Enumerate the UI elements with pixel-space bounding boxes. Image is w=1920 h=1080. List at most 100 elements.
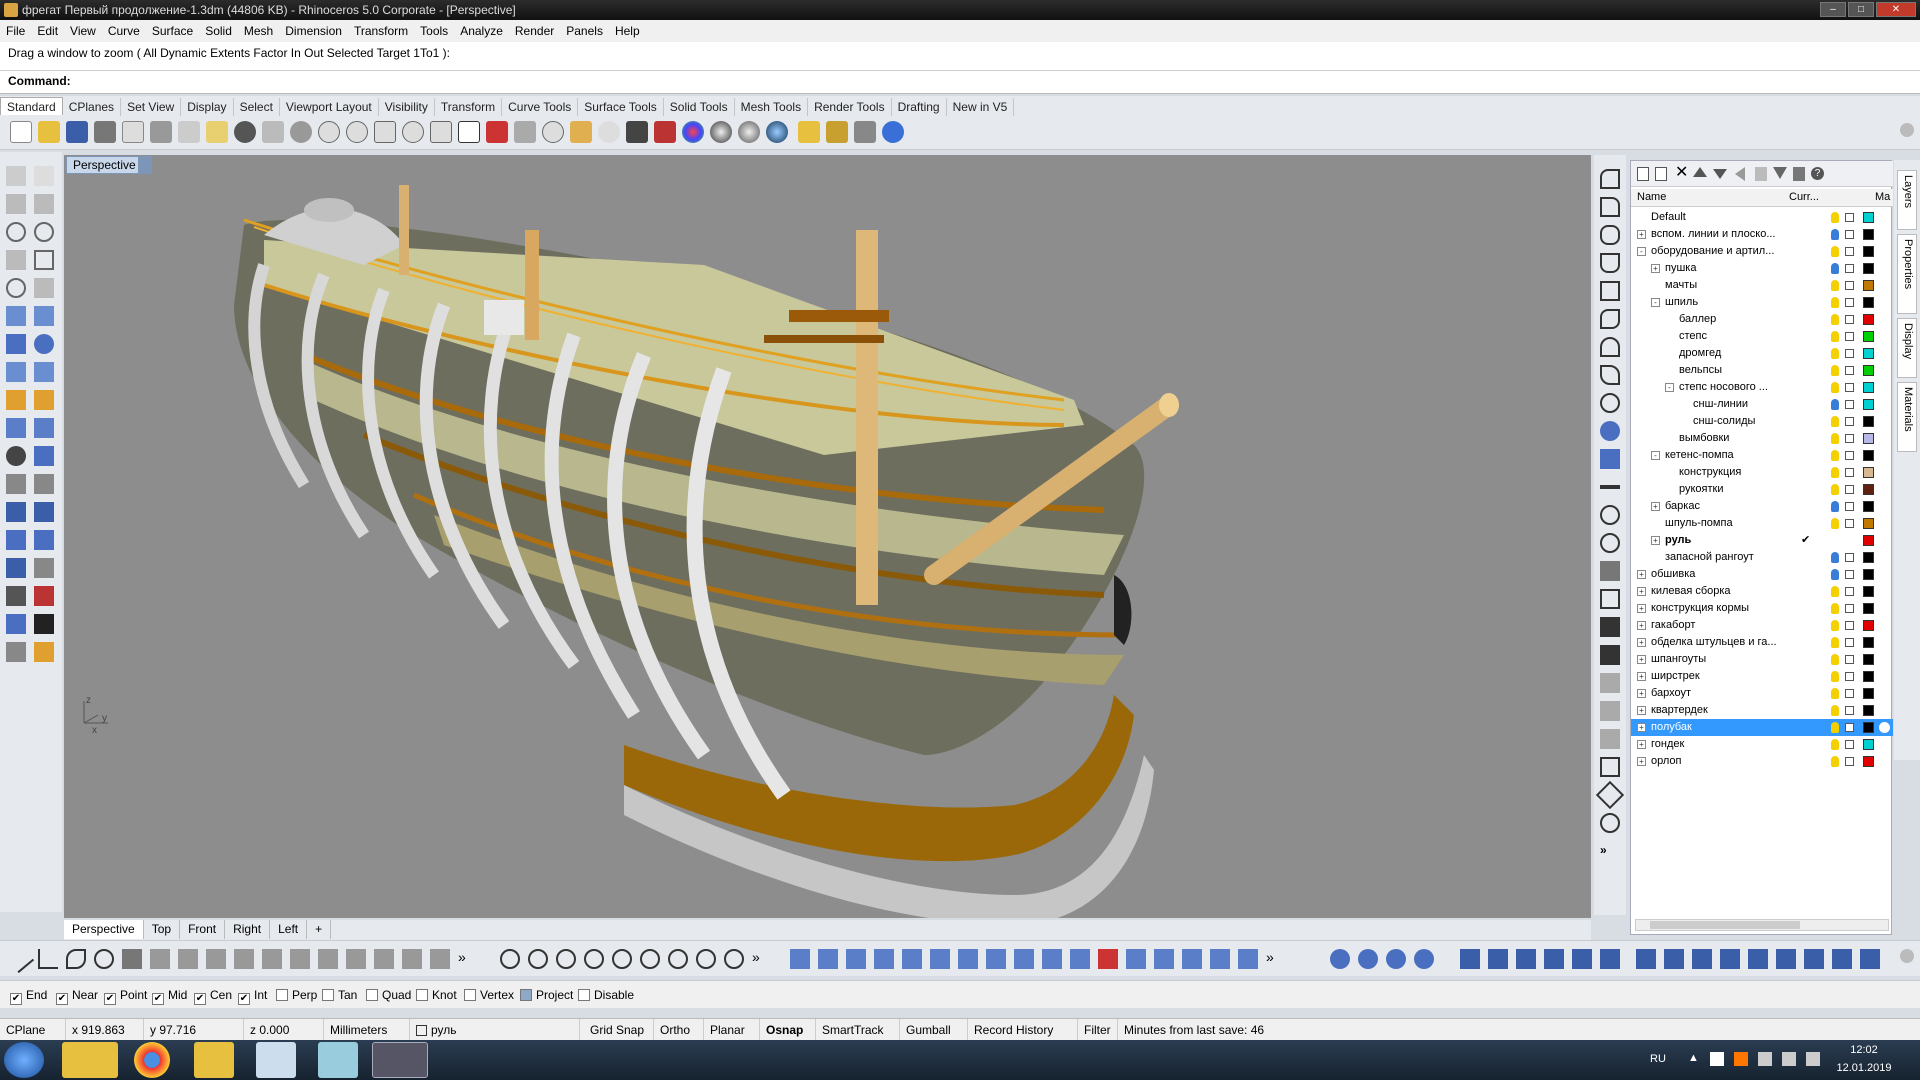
filter-icon-layers[interactable] xyxy=(1773,167,1787,179)
block-icon[interactable] xyxy=(6,558,26,578)
crv-start-icon[interactable] xyxy=(1600,561,1620,581)
layer-row[interactable]: + килевая сборка xyxy=(1631,583,1893,600)
drape-icon[interactable] xyxy=(1154,949,1174,969)
tab-viewport-layout[interactable]: Viewport Layout xyxy=(280,98,379,116)
layer-color-swatch[interactable] xyxy=(1863,348,1874,359)
osnap-toggle[interactable]: Osnap xyxy=(760,1019,816,1041)
collapse-minus-icon[interactable]: - xyxy=(1651,298,1660,307)
osnap-tan[interactable]: Tan xyxy=(322,988,357,1002)
layer-color-swatch[interactable] xyxy=(1863,467,1874,478)
osnap-project[interactable]: Project xyxy=(520,988,573,1002)
sketch-icon[interactable] xyxy=(178,949,198,969)
osnap-near[interactable]: ✔ Near xyxy=(56,988,98,1005)
boolean-union-bottom-icon[interactable] xyxy=(1330,949,1350,969)
paste-icon[interactable] xyxy=(206,121,228,143)
expand-plus-icon[interactable]: + xyxy=(1637,672,1646,681)
lightbulb-icon[interactable] xyxy=(1831,552,1839,563)
curve-icon[interactable] xyxy=(34,194,54,214)
tab-surface-tools[interactable]: Surface Tools xyxy=(578,98,664,116)
dec-icon[interactable] xyxy=(1600,701,1620,721)
extrude-surface-icon[interactable] xyxy=(874,949,894,969)
lock-icon[interactable] xyxy=(1845,230,1854,239)
chamfer-curves-icon[interactable] xyxy=(1600,197,1620,217)
current-layer-check-icon[interactable]: ✔ xyxy=(1801,532,1810,549)
lightbulb-icon[interactable] xyxy=(1831,416,1839,427)
layer-color-swatch[interactable] xyxy=(1863,620,1874,631)
grid-snap-toggle[interactable]: Grid Snap xyxy=(584,1019,654,1041)
layer-row[interactable]: рукоятки xyxy=(1631,481,1893,498)
expand-plus-icon[interactable]: + xyxy=(1637,638,1646,647)
lock-icon[interactable] xyxy=(1845,519,1854,528)
curve-direction-icon[interactable] xyxy=(1600,533,1620,553)
cplane-icon[interactable] xyxy=(6,642,26,662)
make-hole-icon[interactable] xyxy=(1776,949,1796,969)
network-tray-icon[interactable] xyxy=(1782,1052,1796,1066)
layer-row[interactable]: + вспом. линии и плоско... xyxy=(1631,226,1893,243)
language-indicator[interactable]: RU xyxy=(1650,1053,1666,1065)
menu-surface[interactable]: Surface xyxy=(146,20,199,42)
lock-icon[interactable] xyxy=(1845,383,1854,392)
shell-icon[interactable] xyxy=(1572,949,1592,969)
text-icon[interactable] xyxy=(6,502,26,522)
expand-plus-icon[interactable]: + xyxy=(1651,264,1660,273)
osnap-knot[interactable]: Knot xyxy=(416,988,457,1002)
conic-icon[interactable] xyxy=(262,949,282,969)
circle-deformable-icon[interactable] xyxy=(640,949,660,969)
menu-help[interactable]: Help xyxy=(609,20,646,42)
save-file-icon[interactable] xyxy=(66,121,88,143)
panel-tab-layers[interactable]: Layers xyxy=(1897,170,1917,230)
layer-color-swatch[interactable] xyxy=(1863,246,1874,257)
panel-tab-materials[interactable]: Materials xyxy=(1897,382,1917,452)
clock-date[interactable]: 12.01.2019 xyxy=(1828,1062,1900,1074)
fillet-curve-icon[interactable] xyxy=(34,278,54,298)
rhino-taskbar-icon[interactable] xyxy=(372,1042,428,1078)
layer-color-swatch[interactable] xyxy=(1863,756,1874,767)
polyline-bottom-icon[interactable] xyxy=(38,949,58,969)
split-face-icon[interactable] xyxy=(1692,949,1712,969)
maximize-button[interactable]: □ xyxy=(1848,2,1874,17)
lightbulb-icon[interactable] xyxy=(1831,756,1839,767)
layer-row[interactable]: снш-солиды xyxy=(1631,413,1893,430)
sweep2-icon[interactable] xyxy=(958,949,978,969)
move-layer-up-icon[interactable] xyxy=(1693,167,1707,177)
viewport-tab-right[interactable]: Right xyxy=(225,920,271,939)
viewport-tab-left[interactable]: Left xyxy=(270,920,308,939)
collapse-minus-icon[interactable]: - xyxy=(1637,247,1646,256)
lock-icon[interactable] xyxy=(1845,400,1854,409)
sweep1-icon[interactable] xyxy=(930,949,950,969)
curve-bottom-icon[interactable] xyxy=(66,949,86,969)
gumball-toggle[interactable]: Gumball xyxy=(900,1019,968,1041)
tab-standard[interactable]: Standard xyxy=(0,97,63,115)
smarttrack-toggle[interactable]: SmartTrack xyxy=(816,1019,900,1041)
heightfield-icon[interactable] xyxy=(1098,949,1118,969)
rotate-hole-icon[interactable] xyxy=(1832,949,1852,969)
osnap-tan-checkbox[interactable] xyxy=(322,989,334,1001)
osnap-knot-checkbox[interactable] xyxy=(416,989,428,1001)
box-icon[interactable] xyxy=(6,334,26,354)
command-prompt[interactable]: Command: xyxy=(8,74,71,88)
expand-plus-icon[interactable]: + xyxy=(1637,570,1646,579)
rectangle-icon[interactable] xyxy=(34,250,54,270)
delete-layer-icon[interactable]: ✕ xyxy=(1675,165,1688,181)
tab-mesh-tools[interactable]: Mesh Tools xyxy=(735,98,809,116)
menu-edit[interactable]: Edit xyxy=(31,20,64,42)
tab-drafting[interactable]: Drafting xyxy=(892,98,947,116)
chrome-taskbar-icon[interactable] xyxy=(134,1042,170,1078)
expand-plus-icon[interactable]: + xyxy=(1651,502,1660,511)
tangent-icon[interactable] xyxy=(122,949,142,969)
circle-center-icon[interactable] xyxy=(500,949,520,969)
menu-dimension[interactable]: Dimension xyxy=(279,20,348,42)
layer-row[interactable]: + гакаборт xyxy=(1631,617,1893,634)
layer-color-swatch[interactable] xyxy=(1863,535,1874,546)
ellipse-foci-icon[interactable] xyxy=(724,949,744,969)
surface-from-curves-icon[interactable] xyxy=(790,949,810,969)
layer-row[interactable]: + полубак xyxy=(1631,719,1893,736)
lightbulb-icon[interactable] xyxy=(1831,467,1839,478)
layer-color-swatch[interactable] xyxy=(1863,263,1874,274)
lock-icon[interactable] xyxy=(1845,315,1854,324)
trim-icon[interactable] xyxy=(34,390,54,410)
fair-icon[interactable] xyxy=(1600,729,1620,749)
column-material-header[interactable]: Ma xyxy=(1875,191,1890,203)
hyperbola-icon[interactable] xyxy=(318,949,338,969)
expand-plus-icon[interactable]: + xyxy=(1637,689,1646,698)
